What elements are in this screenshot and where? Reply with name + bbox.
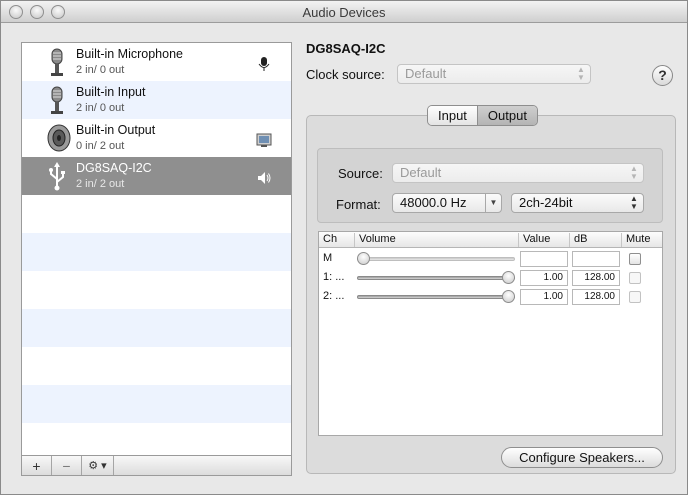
empty-list-row — [22, 195, 291, 233]
channel-label: M — [323, 252, 333, 264]
device-io: 2 in/ 2 out — [76, 178, 125, 190]
volume-slider-knob[interactable] — [502, 290, 515, 303]
help-button[interactable]: ? — [652, 65, 673, 86]
speaker-volume-badge-icon — [258, 172, 271, 184]
audio-devices-window: Audio Devices Built-in Microphone 2 in/ … — [0, 0, 688, 495]
sample-rate-value: 48000.0 Hz — [400, 195, 467, 210]
microphone-badge-icon — [258, 57, 270, 71]
add-device-button[interactable]: + — [22, 456, 52, 475]
device-io: 2 in/ 0 out — [76, 102, 125, 114]
microphone-icon — [51, 86, 63, 114]
db-field[interactable]: 128.00 — [572, 270, 620, 286]
source-label: Source: — [338, 166, 383, 181]
mute-checkbox[interactable] — [629, 253, 641, 265]
device-row-dg8saq-i2c[interactable]: DG8SAQ-I2C 2 in/ 2 out — [22, 157, 291, 195]
volume-slider-track[interactable] — [357, 295, 515, 299]
clock-source-value: Default — [405, 66, 447, 81]
column-header-ch[interactable]: Ch — [319, 233, 355, 247]
input-output-tabs: Input Output — [427, 105, 538, 126]
mute-checkbox[interactable] — [629, 291, 641, 303]
table-row: 2: ... 1.00 128.00 — [319, 287, 662, 306]
table-row: 1: ... 1.00 128.00 — [319, 268, 662, 287]
table-row: M — [319, 249, 662, 268]
empty-list-row — [22, 347, 291, 385]
mute-checkbox[interactable] — [629, 272, 641, 284]
popup-arrows-icon: ▲ ▼ — [630, 164, 638, 181]
volume-slider-knob[interactable] — [357, 252, 370, 265]
empty-list-row — [22, 385, 291, 423]
device-row-built-in-output[interactable]: Built-in Output 0 in/ 2 out — [22, 119, 291, 157]
tab-output[interactable]: Output — [476, 106, 537, 125]
volume-slider-track[interactable] — [357, 257, 515, 261]
device-name: Built-in Microphone — [76, 47, 183, 61]
channel-label: 2: ... — [323, 290, 345, 302]
speaker-icon — [47, 124, 71, 152]
empty-list-row — [22, 271, 291, 309]
popup-arrows-icon: ▲ ▼ — [630, 194, 638, 211]
value-field[interactable]: 1.00 — [520, 289, 568, 305]
source-popup[interactable]: Default ▲ ▼ — [392, 163, 644, 183]
configure-speakers-button[interactable]: Configure Speakers... — [501, 447, 663, 468]
tab-input[interactable]: Input — [428, 106, 477, 125]
finder-badge-icon — [256, 133, 272, 147]
device-row-built-in-input[interactable]: Built-in Input 2 in/ 0 out — [22, 81, 291, 119]
title-bar[interactable]: Audio Devices — [1, 1, 687, 23]
empty-list-row — [22, 233, 291, 271]
window-title: Audio Devices — [302, 5, 386, 20]
sample-rate-combo[interactable]: 48000.0 Hz ▼ — [392, 193, 502, 213]
usb-icon — [49, 162, 65, 191]
column-header-volume[interactable]: Volume — [355, 233, 519, 247]
device-io: 2 in/ 0 out — [76, 64, 125, 76]
device-name: Built-in Output — [76, 123, 156, 137]
column-header-mute[interactable]: Mute — [622, 233, 662, 247]
volume-slider-track[interactable] — [357, 276, 515, 280]
db-field[interactable]: 128.00 — [572, 289, 620, 305]
value-field[interactable]: 1.00 — [520, 270, 568, 286]
chevron-down-icon[interactable]: ▼ — [485, 194, 501, 212]
empty-list-row — [22, 309, 291, 347]
device-row-built-in-microphone[interactable]: Built-in Microphone 2 in/ 0 out — [22, 43, 291, 81]
format-label: Format: — [336, 197, 381, 212]
volume-slider-knob[interactable] — [502, 271, 515, 284]
source-value: Default — [400, 165, 442, 180]
device-name: DG8SAQ-I2C — [76, 161, 152, 175]
gear-menu-button[interactable]: ⚙ ▾ — [82, 456, 114, 475]
device-list-toolbar: + − ⚙ ▾ — [21, 456, 292, 476]
clock-source-label: Clock source: — [306, 67, 385, 82]
db-field[interactable] — [572, 251, 620, 267]
empty-list-row — [22, 423, 291, 455]
column-header-db[interactable]: dB — [570, 233, 622, 247]
microphone-icon — [51, 48, 63, 76]
volume-table: Ch Volume Value dB Mute M 1: ... 1.00 12… — [318, 231, 663, 436]
volume-table-header: Ch Volume Value dB Mute — [319, 232, 662, 248]
device-list[interactable]: Built-in Microphone 2 in/ 0 out Built-in… — [21, 42, 292, 456]
device-name: Built-in Input — [76, 85, 146, 99]
device-io: 0 in/ 2 out — [76, 140, 125, 152]
bit-depth-popup[interactable]: 2ch-24bit ▲ ▼ — [511, 193, 644, 213]
channel-label: 1: ... — [323, 271, 345, 283]
bit-depth-value: 2ch-24bit — [519, 195, 573, 210]
selected-device-title: DG8SAQ-I2C — [306, 41, 386, 56]
remove-device-button[interactable]: − — [52, 456, 82, 475]
clock-source-popup[interactable]: Default ▲ ▼ — [397, 64, 591, 84]
value-field[interactable] — [520, 251, 568, 267]
column-header-value[interactable]: Value — [519, 233, 570, 247]
popup-arrows-icon: ▲ ▼ — [577, 65, 585, 82]
